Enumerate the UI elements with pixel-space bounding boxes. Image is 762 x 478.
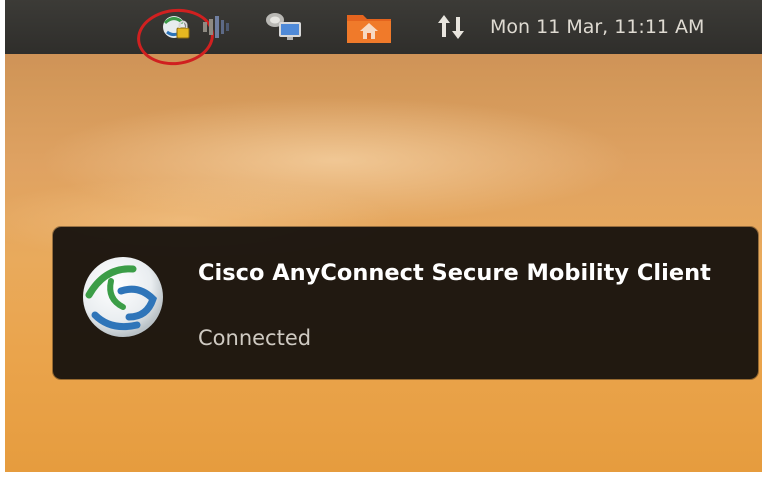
volume-icon (203, 16, 229, 38)
cisco-anyconnect-icon (83, 257, 163, 337)
transfer-indicator[interactable] (434, 9, 470, 45)
network-icon (266, 13, 301, 40)
notification-bubble: Cisco AnyConnect Secure Mobility Client … (53, 227, 758, 379)
home-folder-indicator[interactable] (345, 9, 393, 45)
network-indicator[interactable] (263, 9, 307, 45)
home-folder-icon (347, 15, 391, 43)
volume-indicator[interactable] (201, 9, 237, 45)
network-updown-icon (438, 15, 464, 39)
panel-clock[interactable]: Mon 11 Mar, 11:11 AM (490, 0, 704, 54)
notification-title: Cisco AnyConnect Secure Mobility Client (198, 260, 711, 286)
notification-body: Connected (198, 326, 312, 350)
